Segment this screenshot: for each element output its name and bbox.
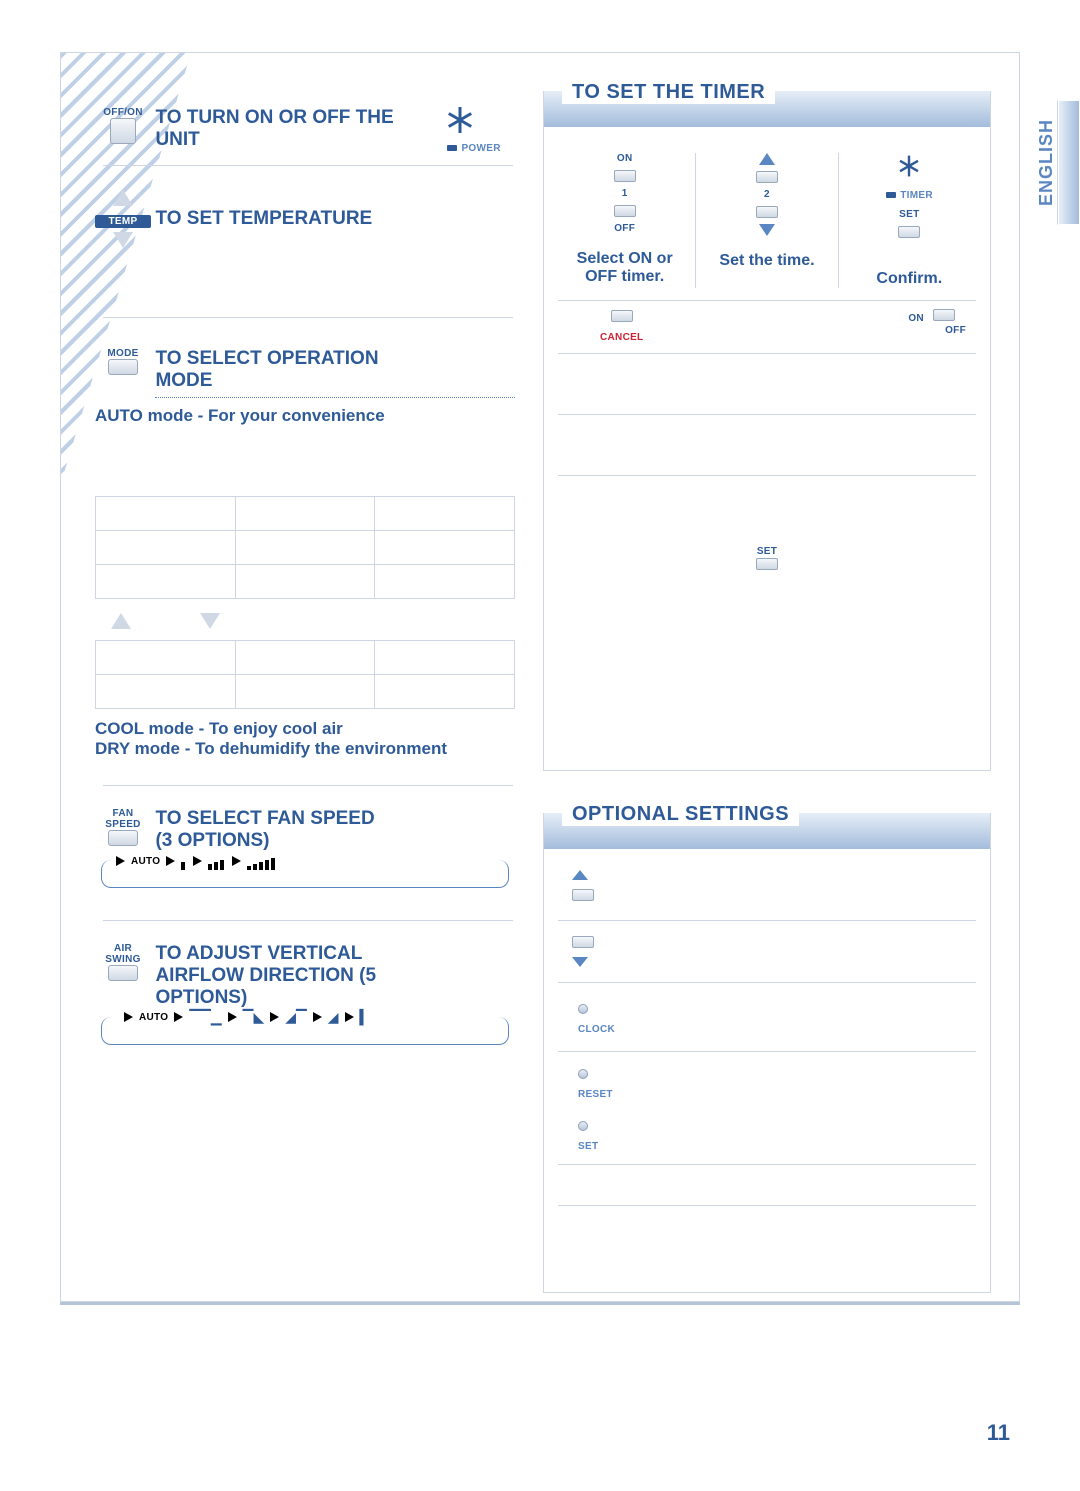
mode-label: MODE	[95, 348, 151, 359]
time-button2-icon	[756, 206, 778, 218]
timer-step-2: 2 Set the time.	[696, 153, 838, 288]
opt-button2-icon	[572, 936, 594, 948]
airswing-title: TO ADJUST VERTICAL AIRFLOW DIRECTION (5 …	[155, 943, 425, 1009]
temp-label: TEMP	[95, 215, 151, 228]
clock-dot-icon	[578, 1004, 588, 1014]
mode-dry: DRY mode - To dehumidify the environment	[95, 739, 515, 759]
section-airswing: AIR SWING TO ADJUST VERTICAL AIRFLOW DIR…	[89, 921, 527, 1067]
fan-label: FAN SPEED	[95, 808, 151, 830]
on-button-icon	[614, 170, 636, 182]
section-power: OFF/ON TO TURN ON OR OFF THE UNIT POWER	[89, 93, 527, 165]
power-title: TO TURN ON OR OFF THE UNIT	[155, 107, 425, 151]
timer-set: SET	[544, 476, 990, 575]
time-button-icon	[756, 171, 778, 183]
timer-sun-icon	[899, 156, 920, 177]
reset-dot-icon	[578, 1069, 588, 1079]
off-button-icon	[614, 205, 636, 217]
timer-step-1: ON 1 OFF Select ON or OFF timer.	[554, 153, 696, 288]
timer-steps: ON 1 OFF Select ON or OFF timer. 2 Set t…	[544, 127, 990, 300]
page-number: 11	[987, 1420, 1010, 1446]
mode-title: TO SELECT OPERATION MODE	[155, 348, 425, 392]
mode-cool: COOL mode - To enjoy cool air	[95, 719, 515, 739]
cancel-button-icon	[611, 310, 633, 322]
airswing-button-icon	[108, 965, 138, 981]
mode-table-1	[95, 496, 515, 599]
fan-button-icon	[108, 830, 138, 846]
airswing-cycle: AUTO ▔▔▁ ▔◣ ◢▔ ◢ ▍	[101, 1017, 509, 1045]
temp-down-icon	[113, 232, 133, 248]
power-sun-icon	[447, 107, 473, 133]
page-frame: OFF/ON TO TURN ON OR OFF THE UNIT POWER …	[60, 52, 1020, 1302]
mode-button-icon	[108, 359, 138, 375]
onoff-button-icon	[933, 309, 955, 321]
timer-step-3: TIMER SET Confirm.	[839, 153, 980, 288]
power-indicator-label: POWER	[461, 143, 500, 154]
section-fan: FAN SPEED TO SELECT FAN SPEED (3 OPTIONS…	[89, 786, 527, 910]
panel-timer: TO SET THE TIMER ON 1 OFF Select ON or O…	[543, 91, 991, 771]
timer-cancel-row: CANCEL ON OFF	[544, 301, 990, 353]
fan-title: TO SELECT FAN SPEED	[155, 808, 374, 829]
optional-title: OPTIONAL SETTINGS	[562, 803, 799, 826]
time-up-icon	[759, 153, 775, 165]
mode-table-2	[95, 640, 515, 709]
section-temp: TEMP TO SET TEMPERATURE	[89, 166, 527, 267]
section-mode: MODE TO SELECT OPERATION MODE AUTO mode …	[89, 318, 527, 774]
opt-button-icon	[572, 889, 594, 901]
mode-auto: AUTO mode - For your convenience	[95, 406, 515, 426]
temp-title: TO SET TEMPERATURE	[155, 190, 425, 230]
offon-label: OFF/ON	[95, 107, 151, 118]
timer-set-button-icon	[756, 558, 778, 570]
tri-down-icon	[200, 613, 220, 629]
set-button-icon	[898, 226, 920, 238]
time-down-icon	[759, 224, 775, 236]
tri-up-icon	[111, 613, 131, 629]
airswing-label: AIR SWING	[95, 943, 151, 965]
fan-cycle: AUTO	[101, 860, 509, 888]
opt-up-icon	[572, 870, 588, 880]
set-dot-icon	[578, 1121, 588, 1131]
fan-subtitle: (3 OPTIONS)	[155, 830, 269, 851]
timer-title: TO SET THE TIMER	[562, 81, 775, 104]
opt-down-icon	[572, 957, 588, 967]
language-tab: ENGLISH	[1035, 100, 1058, 225]
power-indicator-icon	[447, 145, 457, 151]
temp-up-icon	[113, 190, 133, 206]
offon-button-icon	[110, 118, 136, 144]
left-column: OFF/ON TO TURN ON OR OFF THE UNIT POWER …	[89, 93, 527, 1067]
panel-optional: OPTIONAL SETTINGS CLOCK RESET SET	[543, 813, 991, 1293]
